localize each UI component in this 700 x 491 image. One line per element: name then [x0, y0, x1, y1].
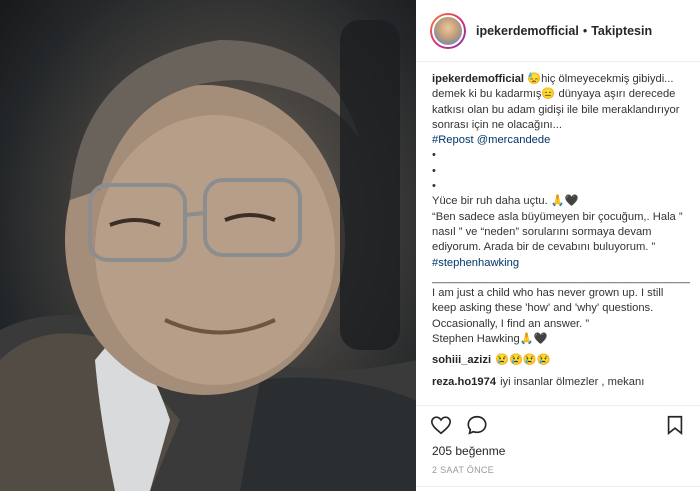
caption-text-2: Yüce bir ruh daha uçtu. 🙏🖤 “Ben sadece a…	[432, 195, 683, 254]
post-header: ipekerdemofficial • Takiptesin	[416, 0, 700, 62]
caption-dots: • • •	[432, 149, 436, 193]
caption-divider: ________________________________________…	[432, 271, 690, 284]
post-photo[interactable]	[0, 0, 416, 491]
portrait-illustration	[0, 20, 416, 491]
following-button[interactable]: Takiptesin	[591, 24, 652, 38]
repost-link[interactable]: #Repost @mercandede	[432, 134, 550, 146]
list-item: reza.ho1974 iyi insanlar ölmezler , mekan…	[432, 375, 690, 390]
avatar[interactable]	[430, 12, 466, 49]
post-timestamp: 2 SAAT ÖNCE	[432, 465, 494, 475]
like-count[interactable]: 205 beğenme	[432, 444, 505, 458]
heart-icon[interactable]	[430, 414, 452, 436]
comment-username[interactable]: reza.ho1974	[432, 376, 496, 388]
header-username[interactable]: ipekerdemofficial	[476, 24, 579, 38]
hashtag-link[interactable]: #stephenhawking	[432, 257, 519, 269]
comment-text: iyi insanlar ölmezler , mekanı	[500, 375, 645, 388]
post-actions: 205 beğenme 2 SAAT ÖNCE	[416, 405, 700, 491]
comment-icon[interactable]	[466, 414, 488, 436]
comment-username[interactable]: sohiii_azizi	[432, 354, 491, 366]
caption: ipekerdemofficial 😓hiç ölmeyecekmiş gibi…	[432, 72, 690, 347]
caption-text-3: I am just a child who has never grown up…	[432, 287, 664, 346]
comment-text: 😢😢😢😢	[495, 354, 551, 367]
list-item: sohiii_azizi 😢😢😢😢	[432, 353, 690, 368]
divider	[416, 486, 700, 487]
caption-username[interactable]: ipekerdemofficial	[432, 73, 524, 85]
bookmark-icon[interactable]	[664, 414, 686, 436]
post-side-panel: ipekerdemofficial • Takiptesin ipekerdem…	[416, 0, 700, 491]
header-separator: •	[582, 23, 588, 38]
comments-list[interactable]: ipekerdemofficial 😓hiç ölmeyecekmiş gibi…	[432, 72, 690, 402]
